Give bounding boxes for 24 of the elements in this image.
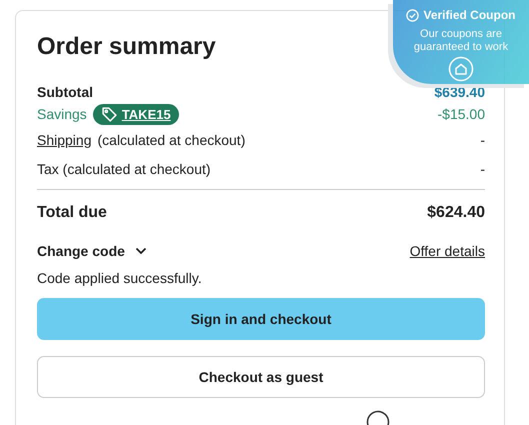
check-circle-icon	[406, 8, 420, 22]
shipping-value: -	[480, 132, 485, 148]
guest-checkout-button[interactable]: Checkout as guest	[37, 356, 485, 398]
change-code-toggle[interactable]: Change code	[37, 243, 147, 259]
total-value: $624.40	[427, 204, 485, 222]
coupon-code-tag[interactable]: TAKE15	[92, 104, 179, 124]
offer-details-link[interactable]: Offer details	[410, 243, 485, 259]
chevron-icon	[134, 247, 147, 255]
success-message: Code applied successfully.	[37, 270, 203, 286]
tag-icon	[100, 106, 118, 122]
shipping-link[interactable]: Shipping	[37, 132, 92, 148]
tax-label: Tax (calculated at checkout)	[37, 160, 211, 176]
total-label: Total due	[37, 204, 107, 222]
home-icon	[448, 56, 474, 82]
subtotal-label: Subtotal	[37, 84, 93, 100]
savings-label: Savings	[37, 106, 87, 122]
card-title: Order summary	[37, 33, 216, 61]
tax-value: -	[480, 160, 485, 176]
subtotal-value: $639.40	[434, 84, 485, 100]
badge-title: Verified Coupon	[423, 8, 516, 22]
sign-in-checkout-button[interactable]: Sign in and checkout	[37, 298, 485, 340]
shipping-label: (calculated at checkout)	[98, 132, 246, 148]
savings-value: -$15.00	[438, 106, 485, 122]
badge-text: Our coupons are guaranteed to work	[412, 28, 510, 54]
